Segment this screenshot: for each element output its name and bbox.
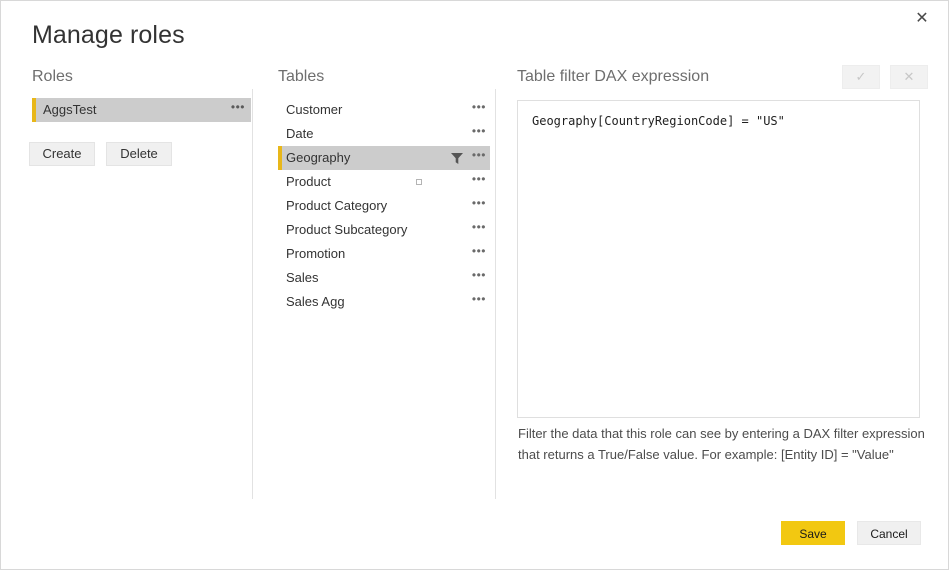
table-item-more-options-icon[interactable]: ••• [472, 146, 486, 170]
table-item-more-options-icon[interactable]: ••• [472, 194, 486, 218]
dax-expression-text[interactable]: Geography[CountryRegionCode] = "US" [532, 113, 905, 130]
role-action-buttons: Create Delete [29, 142, 172, 166]
table-item-more-options-icon[interactable]: ••• [472, 98, 486, 122]
table-list-item[interactable]: Geography ••• [278, 146, 490, 170]
selection-accent-bar [32, 98, 36, 122]
table-item-more-options-icon[interactable]: ••• [472, 290, 486, 314]
delete-role-button[interactable]: Delete [106, 142, 172, 166]
save-button[interactable]: Save [781, 521, 845, 545]
footer-buttons: Save Cancel [781, 521, 921, 545]
dax-help-text: Filter the data that this role can see b… [518, 423, 925, 465]
reject-close-icon[interactable]: ✕ [890, 65, 928, 89]
table-list-item[interactable]: Date ••• [278, 122, 490, 146]
table-item-label: Sales [286, 270, 319, 285]
table-item-label: Date [286, 126, 314, 141]
table-list-item[interactable]: Customer ••• [278, 98, 490, 122]
role-item-more-options-icon[interactable]: ••• [231, 98, 245, 122]
dax-help-line-2: that returns a True/False value. For exa… [518, 447, 894, 462]
table-list-item[interactable]: Product Category ••• [278, 194, 490, 218]
table-item-label: Sales Agg [286, 294, 345, 309]
dax-action-buttons: ✓ ✕ [842, 65, 928, 89]
table-item-status-marker-icon [416, 179, 422, 185]
table-item-more-options-icon[interactable]: ••• [472, 218, 486, 242]
table-item-more-options-icon[interactable]: ••• [472, 170, 486, 194]
table-list-item[interactable]: Sales Agg ••• [278, 290, 490, 314]
roles-heading: Roles [32, 68, 73, 85]
table-item-more-options-icon[interactable]: ••• [472, 122, 486, 146]
table-list-item[interactable]: Promotion ••• [278, 242, 490, 266]
tables-heading: Tables [278, 68, 325, 85]
table-item-label: Product [286, 174, 331, 189]
table-item-label: Product Subcategory [286, 222, 408, 237]
roles-list: AggsTest ••• [32, 98, 252, 122]
cancel-button[interactable]: Cancel [857, 521, 921, 545]
close-icon[interactable]: ✕ [902, 1, 942, 35]
table-item-label: Geography [286, 150, 351, 165]
table-item-more-options-icon[interactable]: ••• [472, 266, 486, 290]
dax-expression-heading: Table filter DAX expression [517, 68, 710, 85]
table-item-label: Customer [286, 102, 343, 117]
role-item-label: AggsTest [43, 102, 97, 117]
dax-help-line-1: Filter the data that this role can see b… [518, 426, 925, 441]
role-list-item[interactable]: AggsTest ••• [32, 98, 251, 122]
dax-expression-editor[interactable]: Geography[CountryRegionCode] = "US" [517, 100, 920, 418]
table-list-item[interactable]: Product ••• [278, 170, 490, 194]
selection-accent-bar [278, 146, 282, 170]
table-item-more-options-icon[interactable]: ••• [472, 242, 486, 266]
page-title: Manage roles [32, 21, 185, 49]
manage-roles-dialog: ✕ Manage roles Roles Tables Table filter… [0, 0, 949, 570]
filter-funnel-icon [450, 151, 464, 165]
create-role-button[interactable]: Create [29, 142, 95, 166]
tables-list: Customer ••• Date ••• Geography ••• Product •••… [278, 98, 490, 314]
table-list-item[interactable]: Product Subcategory ••• [278, 218, 490, 242]
divider-roles-tables [252, 89, 253, 499]
accept-check-icon[interactable]: ✓ [842, 65, 880, 89]
table-item-label: Product Category [286, 198, 388, 213]
table-list-item[interactable]: Sales ••• [278, 266, 490, 290]
table-item-label: Promotion [286, 246, 346, 261]
divider-tables-dax [495, 89, 496, 499]
